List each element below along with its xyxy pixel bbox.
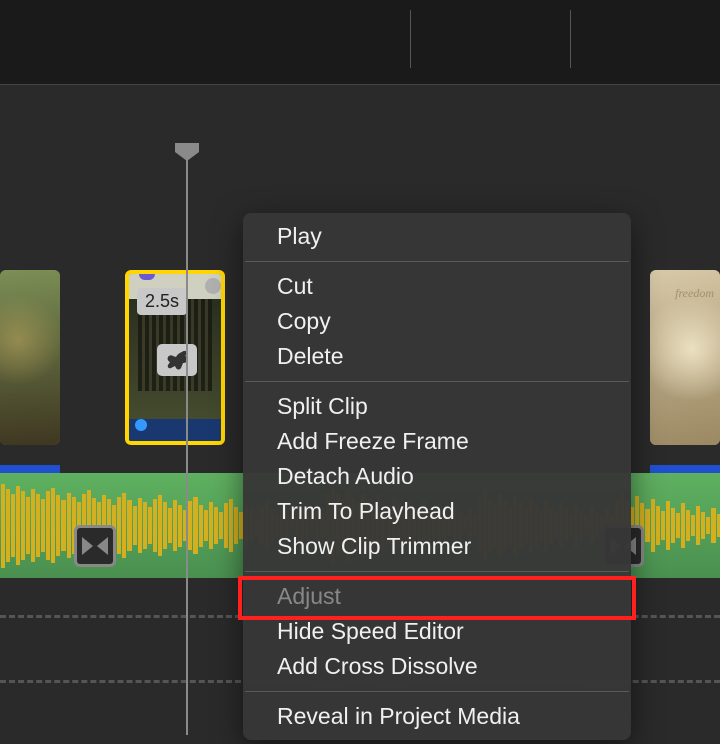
menu-item-reveal-in-project-media[interactable]: Reveal in Project Media (243, 699, 631, 734)
transition-icon[interactable] (74, 525, 116, 567)
menu-item-play[interactable]: Play (243, 219, 631, 254)
menu-separator (245, 571, 629, 572)
menu-item-split-clip[interactable]: Split Clip (243, 389, 631, 424)
menu-separator (245, 691, 629, 692)
toolbar-divider (410, 10, 411, 68)
playhead[interactable] (186, 85, 188, 744)
audio-keyframe-icon[interactable] (135, 419, 147, 431)
toolbar-divider (570, 10, 571, 68)
menu-item-detach-audio[interactable]: Detach Audio (243, 459, 631, 494)
menu-separator (245, 381, 629, 382)
menu-item-add-freeze-frame[interactable]: Add Freeze Frame (243, 424, 631, 459)
duration-badge: 2.5s (137, 288, 187, 315)
playhead-line (186, 155, 188, 735)
clip-marker-icon[interactable] (139, 270, 155, 280)
speed-indicator-rabbit-icon (157, 344, 197, 376)
menu-item-hide-speed-editor[interactable]: Hide Speed Editor (243, 614, 631, 649)
menu-separator (245, 261, 629, 262)
speed-handle-icon[interactable] (205, 278, 221, 294)
menu-item-show-clip-trimmer[interactable]: Show Clip Trimmer (243, 529, 631, 564)
menu-item-cut[interactable]: Cut (243, 269, 631, 304)
menu-item-trim-to-playhead[interactable]: Trim To Playhead (243, 494, 631, 529)
menu-item-adjust: Adjust (243, 579, 631, 614)
menu-item-delete[interactable]: Delete (243, 339, 631, 374)
timeline[interactable]: 2.5s freedom Play CutCopyDelete Split Clip… (0, 85, 720, 744)
menu-item-add-cross-dissolve[interactable]: Add Cross Dissolve (243, 649, 631, 684)
context-menu: Play CutCopyDelete Split ClipAdd Freeze Fr… (243, 213, 631, 740)
video-clip[interactable]: freedom (650, 270, 720, 445)
video-clip-selected[interactable]: 2.5s (125, 270, 225, 445)
toolbar (0, 0, 720, 85)
menu-item-copy[interactable]: Copy (243, 304, 631, 339)
clip-overlay-text: freedom (675, 286, 714, 301)
video-clip[interactable] (0, 270, 60, 445)
